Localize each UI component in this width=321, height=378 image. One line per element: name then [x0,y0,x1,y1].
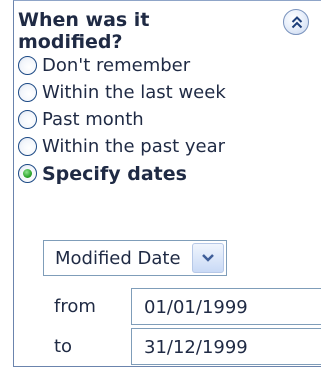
chevron-double-up-icon [291,16,303,29]
option-label: Don't remember [42,55,191,76]
section-title: When was it modified? [18,9,150,53]
from-label: from [54,296,96,317]
radio-past-year[interactable] [18,137,37,156]
to-label: to [54,336,73,357]
date-type-select[interactable]: Modified Date [43,240,227,276]
radio-specify-dates[interactable] [18,164,37,183]
option-specify-dates[interactable]: Specify dates [18,161,308,187]
modified-date-section: When was it modified? Don't remember Wit… [13,0,321,367]
radio-past-month[interactable] [18,110,37,129]
option-label: Within the past year [42,136,226,157]
to-date-value: 31/12/1999 [144,337,248,358]
radio-selected-dot [23,169,32,178]
from-date-value: 01/01/1999 [144,297,248,318]
option-label: Past month [42,109,144,130]
option-label: Specify dates [42,163,187,185]
option-past-year[interactable]: Within the past year [18,134,308,160]
to-date-input[interactable]: 31/12/1999 [131,328,321,365]
radio-last-week[interactable] [18,83,37,102]
from-date-input[interactable]: 01/01/1999 [131,288,321,325]
search-companion-panel: When was it modified? Don't remember Wit… [0,0,321,378]
chevron-down-icon [202,254,214,262]
dropdown-button[interactable] [192,243,224,273]
option-last-week[interactable]: Within the last week [18,80,308,106]
option-dont-remember[interactable]: Don't remember [18,53,308,79]
option-label: Within the last week [42,82,226,103]
option-past-month[interactable]: Past month [18,107,308,133]
radio-dont-remember[interactable] [18,56,37,75]
collapse-section-button[interactable] [283,9,309,35]
date-type-value: Modified Date [55,248,181,269]
